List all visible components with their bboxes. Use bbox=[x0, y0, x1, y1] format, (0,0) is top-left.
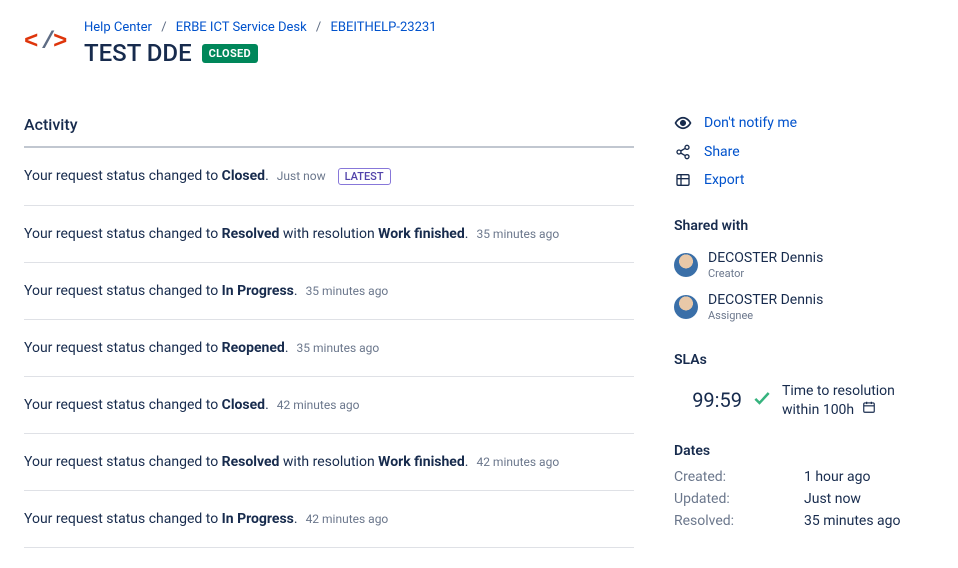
date-key: Updated: bbox=[674, 491, 804, 507]
dates-heading: Dates bbox=[674, 443, 934, 459]
avatar bbox=[674, 253, 698, 277]
notify-label: Don't notify me bbox=[704, 115, 797, 131]
slas-heading: SLAs bbox=[674, 352, 934, 368]
export-action[interactable]: Export bbox=[674, 166, 934, 194]
svg-text:<: < bbox=[24, 29, 38, 54]
person-role: Assignee bbox=[708, 309, 823, 322]
activity-timestamp: 35 minutes ago bbox=[297, 341, 380, 355]
share-action[interactable]: Share bbox=[674, 138, 934, 166]
person-row[interactable]: DECOSTER DennisCreator bbox=[674, 244, 934, 286]
status-badge: CLOSED bbox=[202, 44, 258, 63]
page-title: TEST DDE bbox=[84, 39, 192, 67]
eye-icon bbox=[674, 114, 692, 132]
notify-action[interactable]: Don't notify me bbox=[674, 108, 934, 138]
svg-text:>: > bbox=[53, 29, 67, 54]
date-value: Just now bbox=[804, 491, 934, 507]
latest-badge: LATEST bbox=[338, 168, 391, 185]
slas-section: SLAs 99:59 Time to resolution within 100… bbox=[674, 352, 934, 419]
logo-icon: < / > bbox=[24, 26, 68, 58]
export-icon bbox=[674, 172, 692, 188]
activity-timestamp: 35 minutes ago bbox=[306, 284, 389, 298]
activity-heading: Activity bbox=[24, 115, 634, 148]
date-key: Created: bbox=[674, 469, 804, 485]
person-row[interactable]: DECOSTER DennisAssignee bbox=[674, 286, 934, 328]
breadcrumb-help-center[interactable]: Help Center bbox=[84, 20, 152, 35]
export-label: Export bbox=[704, 172, 744, 188]
header: < / > Help Center / ERBE ICT Service Des… bbox=[24, 20, 634, 67]
breadcrumb: Help Center / ERBE ICT Service Desk / EB… bbox=[84, 20, 437, 35]
breadcrumb-service-desk[interactable]: ERBE ICT Service Desk bbox=[176, 20, 307, 35]
activity-item: Your request status changed to Resolved … bbox=[24, 434, 634, 491]
date-value: 35 minutes ago bbox=[804, 513, 934, 529]
share-icon bbox=[674, 144, 692, 160]
activity-timestamp: 42 minutes ago bbox=[476, 455, 559, 469]
activity-item: Your request status changed to Reopened.… bbox=[24, 320, 634, 377]
sla-description: Time to resolution within 100h bbox=[782, 382, 895, 419]
actions-panel: Don't notify me Share Export bbox=[674, 108, 934, 194]
activity-item: Your request status changed to In Progre… bbox=[24, 263, 634, 320]
activity-timestamp: Just now bbox=[277, 169, 326, 183]
date-key: Resolved: bbox=[674, 513, 804, 529]
dates-section: Dates Created:1 hour agoUpdated:Just now… bbox=[674, 443, 934, 529]
avatar bbox=[674, 295, 698, 319]
activity-timestamp: 35 minutes ago bbox=[476, 227, 559, 241]
date-value: 1 hour ago bbox=[804, 469, 934, 485]
activity-item: Your request status changed to In Progre… bbox=[24, 491, 634, 548]
breadcrumb-ticket-key[interactable]: EBEITHELP-23231 bbox=[331, 20, 437, 35]
activity-item: Your request status changed to Closed.Ju… bbox=[24, 148, 634, 206]
sla-time: 99:59 bbox=[674, 388, 742, 412]
checkmark-icon bbox=[752, 388, 772, 412]
person-role: Creator bbox=[708, 267, 823, 280]
activity-timestamp: 42 minutes ago bbox=[277, 398, 360, 412]
shared-with-section: Shared with DECOSTER DennisCreatorDECOST… bbox=[674, 218, 934, 328]
person-name: DECOSTER Dennis bbox=[708, 292, 823, 309]
person-name: DECOSTER Dennis bbox=[708, 250, 823, 267]
calendar-icon bbox=[862, 402, 876, 418]
activity-item: Your request status changed to Closed.42… bbox=[24, 377, 634, 434]
activity-timestamp: 42 minutes ago bbox=[306, 512, 389, 526]
activity-item: Your request status changed to Resolved … bbox=[24, 206, 634, 263]
shared-with-heading: Shared with bbox=[674, 218, 934, 234]
share-label: Share bbox=[704, 144, 740, 160]
